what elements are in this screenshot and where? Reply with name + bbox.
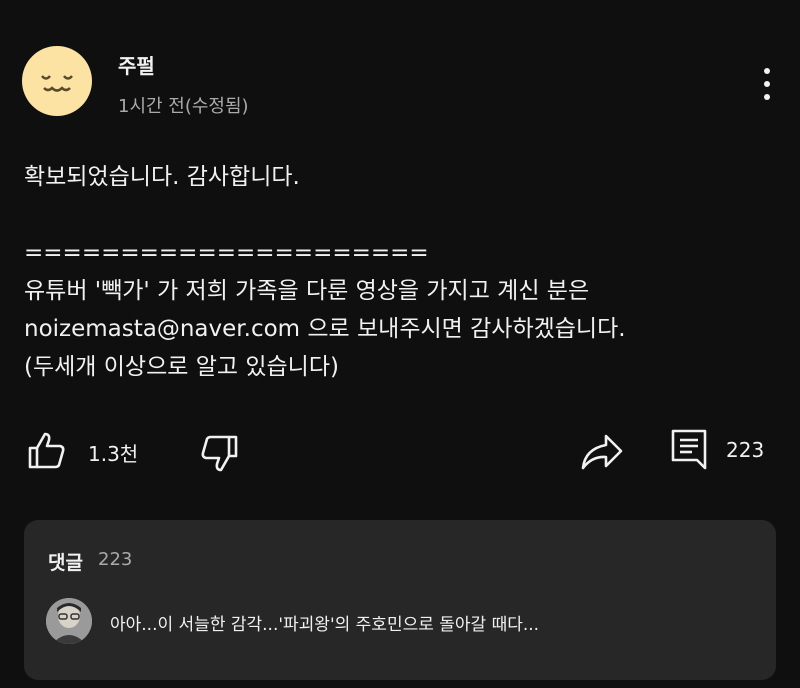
comments-count: 223	[98, 549, 133, 570]
commenter-avatar[interactable]	[46, 598, 92, 644]
community-post: 주펄 1시간 전(수정됨) 확보되었습니다. 감사합니다. ==========…	[0, 0, 800, 688]
comment-icon	[671, 429, 707, 470]
channel-avatar[interactable]	[22, 46, 92, 116]
share-button[interactable]	[580, 432, 624, 472]
comment-button[interactable]	[670, 428, 708, 472]
comments-title: 댓글	[48, 552, 83, 574]
share-icon	[581, 434, 623, 470]
comment-preview-text: 아아...이 서늘한 감각...'파괴왕'의 주호민으로 돌아갈 때다...	[110, 615, 540, 635]
more-dot	[764, 68, 770, 74]
dislike-button[interactable]	[198, 432, 240, 474]
more-dot	[764, 81, 770, 87]
sleepy-face-icon	[41, 75, 73, 92]
author-name[interactable]: 주펄	[118, 50, 155, 79]
more-vert-icon[interactable]	[752, 64, 782, 104]
post-body-line: (두세개 이상으로 알고 있습니다)	[24, 354, 339, 380]
post-body-line: 확보되었습니다. 감사합니다.	[24, 164, 300, 190]
post-body-line: 유튜버 '빽가' 가 저희 가족을 다룬 영상을 가지고 계신 분은	[24, 278, 590, 304]
post-body-line: =====================	[24, 240, 429, 266]
thumb-up-icon	[28, 432, 65, 469]
more-dot	[764, 94, 770, 100]
thumb-down-icon	[201, 435, 238, 472]
comment-count: 223	[726, 438, 765, 462]
like-count: 1.3천	[88, 442, 139, 466]
post-body-line[interactable]: noizemasta@naver.com 으로 보내주시면 감사하겠습니다.	[24, 310, 764, 348]
like-button[interactable]	[26, 430, 68, 472]
post-timestamp: 1시간 전(수정됨)	[118, 96, 249, 117]
post-body-line	[24, 196, 764, 234]
person-photo-icon	[46, 598, 92, 644]
comments-panel[interactable]: 댓글 223 아아...이 서늘한 감각...'파괴왕'의 주호민으로 돌아갈 …	[24, 520, 776, 680]
post-body: 확보되었습니다. 감사합니다. ===================== 유튜…	[24, 158, 764, 386]
